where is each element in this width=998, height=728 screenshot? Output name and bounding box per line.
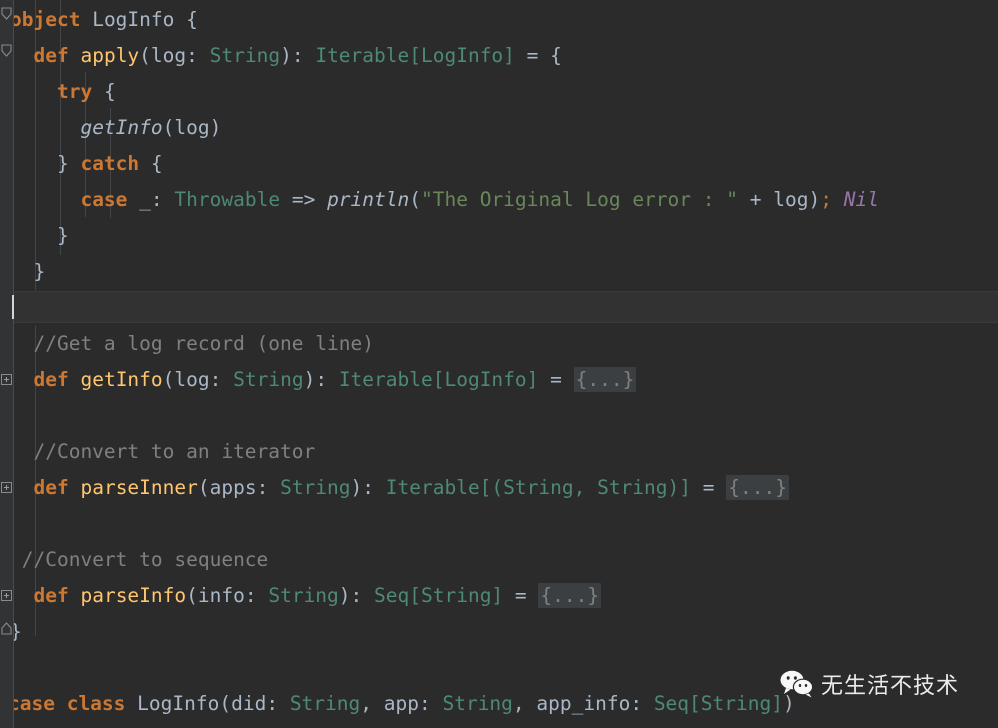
watermark: 无生活不技术 [780,668,959,700]
token-comment: //Convert to sequence [21,548,269,571]
code-line[interactable]: try { [10,74,116,110]
token-return-type: Iterable[(String, String)] [385,476,692,499]
code-line[interactable]: //Get a log record (one line) [10,326,374,362]
token-operator: + [749,188,762,211]
fold-collapsed-parseinner-icon[interactable] [1,482,12,493]
token-type: String [280,476,351,499]
token-type: String [233,368,304,391]
token-type: String [209,44,281,67]
token-comment: //Get a log record (one line) [33,332,374,355]
code-editor[interactable]: object LogInfo { def apply(log: String):… [0,0,998,728]
text-caret [12,295,14,319]
token-comment: //Convert to an iterator [33,440,316,463]
token-keyword: def [33,368,69,391]
token-param: log [174,368,210,391]
fold-expanded-apply-icon[interactable] [1,44,13,58]
token-brace: { [186,8,198,31]
token-return-type: Seq[String] [374,584,504,607]
code-line[interactable]: //Convert to an iterator [10,434,315,470]
code-line[interactable]: //Convert to sequence [10,542,269,578]
token-arrow: => [291,188,316,211]
token-keyword: case class [8,692,126,715]
code-line[interactable]: def apply(log: String): Iterable[LogInfo… [10,38,561,74]
token-method-call: getInfo [80,116,163,139]
token-method-call: println [327,188,410,211]
token-nil: Nil [843,188,879,211]
token-wildcard: _ [139,188,151,211]
code-line[interactable]: case _: Throwable => println("The Origin… [10,182,879,218]
token-method-name: parseInner [80,476,198,499]
code-line[interactable]: object LogInfo { [10,2,198,38]
token-type-name: LogInfo [92,8,175,31]
token-param: apps [209,476,257,499]
wechat-logo-icon [780,670,814,698]
token-param: info [197,584,245,607]
token-keyword: def [33,476,69,499]
code-line[interactable]: } [10,254,45,290]
token-string-literal: "The Original Log error : " [421,188,738,211]
code-line[interactable]: getInfo(log) [10,110,221,146]
code-line[interactable]: def parseInner(apps: String): Iterable[(… [10,470,789,506]
token-keyword: object [10,8,81,31]
watermark-text: 无生活不技术 [821,674,960,699]
token-method-name: getInfo [80,368,163,391]
token-class-name: LogInfo [137,692,220,715]
token-keyword: case [80,188,128,211]
token-return-type: Iterable[LogInfo] [315,44,515,67]
code-line[interactable]: def getInfo(log: String): Iterable[LogIn… [10,362,637,398]
token-type: Throwable [174,188,281,211]
code-text-layer[interactable]: object LogInfo { def apply(log: String):… [0,0,998,728]
token-return-type: Iterable[LogInfo] [338,368,539,391]
token-param: log [150,44,187,67]
fold-expanded-object-end-icon[interactable] [1,621,13,635]
fold-expanded-object-icon[interactable] [1,7,13,21]
token-arg: log [174,116,210,139]
code-line[interactable]: def parseInfo(info: String): Seq[String]… [10,578,602,614]
fold-placeholder[interactable]: {...} [573,367,637,392]
fold-placeholder[interactable]: {...} [726,475,789,500]
fold-placeholder[interactable]: {...} [538,583,602,608]
code-line[interactable]: } catch { [10,146,163,182]
token-method-name: apply [80,44,140,67]
token-keyword: try [56,80,93,103]
code-line[interactable]: case class LogInfo(did: String, app: Str… [8,686,795,722]
fold-collapsed-getinfo-icon[interactable] [1,374,12,385]
token-arg: log [773,188,809,211]
token-keyword: def [33,44,69,67]
token-method-name: parseInfo [80,584,187,607]
token-keyword: def [33,584,69,607]
fold-collapsed-parseinfo-icon[interactable] [1,590,12,601]
token-keyword: catch [80,152,140,175]
code-line[interactable]: } [10,218,69,254]
token-semicolon: ; [820,188,832,211]
token-type: String [268,584,339,607]
